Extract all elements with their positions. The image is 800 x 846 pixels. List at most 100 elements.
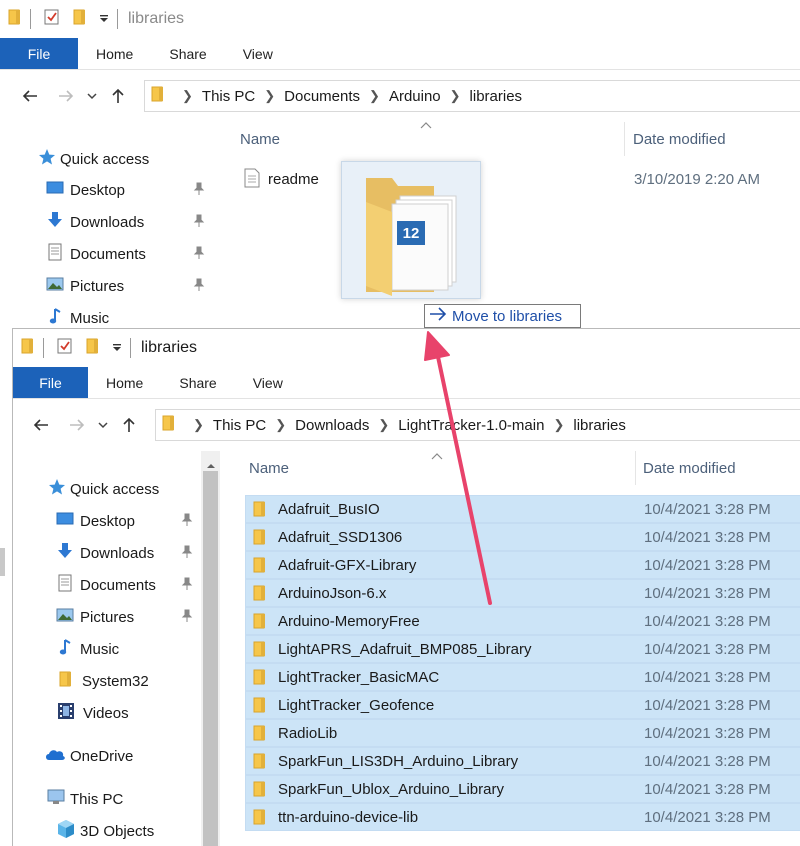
recent-locations-chevron-icon[interactable]	[80, 84, 104, 108]
tab-file[interactable]: File	[0, 38, 78, 69]
videos-icon	[57, 702, 75, 724]
column-header-date[interactable]: Date modified	[643, 451, 736, 485]
nav-item-documents[interactable]: Documents	[56, 570, 156, 600]
folder-icon[interactable]	[8, 9, 22, 29]
nav-item-downloads[interactable]: Downloads	[46, 207, 144, 237]
nav-item-label: Quick access	[60, 150, 150, 168]
breadcrumb-item[interactable]: This PC	[202, 88, 255, 105]
column-divider[interactable]	[624, 122, 625, 156]
nav-item-pictures[interactable]: Pictures	[46, 271, 124, 301]
folder-row[interactable]: LightAPRS_Adafruit_BMP085_Library 10/4/20…	[245, 635, 800, 663]
nav-item-onedrive[interactable]: OneDrive	[44, 741, 133, 771]
address-bar[interactable]: ❯ This PC ❯ Documents ❯ Arduino ❯ librar…	[144, 80, 800, 112]
forward-arrow-icon[interactable]	[65, 413, 89, 437]
nav-item-music[interactable]: Music	[48, 303, 109, 330]
chevron-right-icon[interactable]: ❯	[553, 417, 564, 433]
chevron-right-icon[interactable]: ❯	[275, 417, 286, 433]
new-folder-icon[interactable]	[73, 9, 87, 29]
tab-view[interactable]: View	[225, 38, 291, 69]
pin-icon[interactable]	[181, 609, 193, 627]
folder-row[interactable]: LightTracker_BasicMAC 10/4/2021 3:28 PM	[245, 663, 800, 691]
new-folder-icon[interactable]	[86, 338, 100, 358]
pin-icon[interactable]	[193, 182, 205, 200]
breadcrumb-item[interactable]: This PC	[213, 417, 266, 434]
chevron-right-icon[interactable]: ❯	[450, 88, 461, 104]
customize-toolbar-icon[interactable]	[99, 11, 109, 28]
chevron-right-icon[interactable]: ❯	[182, 88, 193, 104]
pin-icon[interactable]	[181, 513, 193, 531]
scroll-thumb[interactable]	[203, 471, 218, 846]
folder-name: LightAPRS_Adafruit_BMP085_Library	[278, 640, 532, 658]
tab-home[interactable]: Home	[78, 38, 151, 69]
customize-toolbar-icon[interactable]	[112, 340, 122, 357]
address-bar[interactable]: ❯ This PC ❯ Downloads ❯ LightTracker-1.0…	[155, 409, 800, 441]
chevron-right-icon[interactable]: ❯	[264, 88, 275, 104]
folder-row[interactable]: LightTracker_Geofence 10/4/2021 3:28 PM	[245, 691, 800, 719]
navigation-pane: Quick access Desktop Downloads Documents…	[0, 122, 215, 330]
pin-icon[interactable]	[181, 545, 193, 563]
nav-item-music[interactable]: Music	[58, 634, 119, 664]
file-row[interactable]: readme 3/10/2019 2:20 AM	[238, 165, 798, 193]
file-name: readme	[268, 170, 319, 188]
nav-item-pictures[interactable]: Pictures	[56, 602, 134, 632]
back-arrow-icon[interactable]	[18, 84, 42, 108]
nav-item-desktop[interactable]: Desktop	[46, 175, 125, 205]
nav-item-label: Videos	[83, 704, 129, 722]
properties-icon[interactable]	[56, 337, 74, 359]
breadcrumb-item[interactable]: Downloads	[295, 417, 369, 434]
folder-icon	[253, 501, 267, 521]
pin-icon[interactable]	[193, 214, 205, 232]
file-date: 3/10/2019 2:20 AM	[634, 170, 760, 188]
nav-item-documents[interactable]: Documents	[46, 239, 146, 269]
chevron-right-icon[interactable]: ❯	[193, 417, 204, 433]
forward-arrow-icon[interactable]	[54, 84, 78, 108]
nav-item-this-pc[interactable]: This PC	[46, 784, 123, 814]
up-arrow-icon[interactable]	[106, 84, 130, 108]
drop-tooltip: Move to libraries	[424, 304, 581, 328]
recent-locations-chevron-icon[interactable]	[91, 413, 115, 437]
up-arrow-icon[interactable]	[117, 413, 141, 437]
folder-row[interactable]: SparkFun_Ublox_Arduino_Library 10/4/2021 …	[245, 775, 800, 803]
pin-icon[interactable]	[193, 278, 205, 296]
nav-item-downloads[interactable]: Downloads	[56, 538, 154, 568]
tab-share[interactable]: Share	[151, 38, 224, 69]
folder-row[interactable]: Arduino-MemoryFree 10/4/2021 3:28 PM	[245, 607, 800, 635]
folder-row[interactable]: SparkFun_LIS3DH_Arduino_Library 10/4/2021…	[245, 747, 800, 775]
folder-icon[interactable]	[21, 338, 35, 358]
column-header-date[interactable]: Date modified	[633, 122, 726, 156]
column-divider[interactable]	[635, 451, 636, 485]
nav-item-label: 3D Objects	[80, 822, 155, 840]
nav-item-system32[interactable]: System32	[58, 666, 149, 696]
tab-home[interactable]: Home	[88, 367, 161, 398]
folder-row[interactable]: RadioLib 10/4/2021 3:28 PM	[245, 719, 800, 747]
folder-row[interactable]: ArduinoJson-6.x 10/4/2021 3:28 PM	[245, 579, 800, 607]
nav-item-quick-access[interactable]: Quick access	[48, 474, 159, 504]
folder-row[interactable]: Adafruit-GFX-Library 10/4/2021 3:28 PM	[245, 551, 800, 579]
back-arrow-icon[interactable]	[29, 413, 53, 437]
nav-item-desktop[interactable]: Desktop	[56, 506, 135, 536]
breadcrumb-item[interactable]: libraries	[470, 88, 523, 105]
properties-icon[interactable]	[43, 8, 61, 30]
folder-row[interactable]: Adafruit_SSD1306 10/4/2021 3:28 PM	[245, 523, 800, 551]
tab-share[interactable]: Share	[161, 367, 234, 398]
breadcrumb-item[interactable]: Documents	[284, 88, 360, 105]
pin-icon[interactable]	[193, 246, 205, 264]
nav-item-videos[interactable]: Videos	[57, 698, 129, 728]
pin-icon[interactable]	[181, 577, 193, 595]
breadcrumb-item[interactable]: libraries	[573, 417, 626, 434]
nav-item-quick-access[interactable]: Quick access	[38, 144, 149, 174]
folder-row[interactable]: ttn-arduino-device-lib 10/4/2021 3:28 PM	[245, 803, 800, 831]
nav-item-3d-objects[interactable]: 3D Objects	[56, 816, 154, 846]
breadcrumb-item[interactable]: LightTracker-1.0-main	[398, 417, 544, 434]
nav-pane-scrollbar[interactable]	[201, 451, 220, 846]
folder-row[interactable]: Adafruit_BusIO 10/4/2021 3:28 PM	[245, 495, 800, 523]
column-header-name[interactable]: Name	[240, 122, 280, 156]
breadcrumb-item[interactable]: Arduino	[389, 88, 441, 105]
chevron-right-icon[interactable]: ❯	[378, 417, 389, 433]
star-icon	[38, 148, 56, 170]
chevron-right-icon[interactable]: ❯	[369, 88, 380, 104]
tab-view[interactable]: View	[235, 367, 301, 398]
cloud-icon	[44, 747, 66, 765]
tab-file[interactable]: File	[13, 367, 88, 398]
column-header-name[interactable]: Name	[249, 451, 289, 485]
